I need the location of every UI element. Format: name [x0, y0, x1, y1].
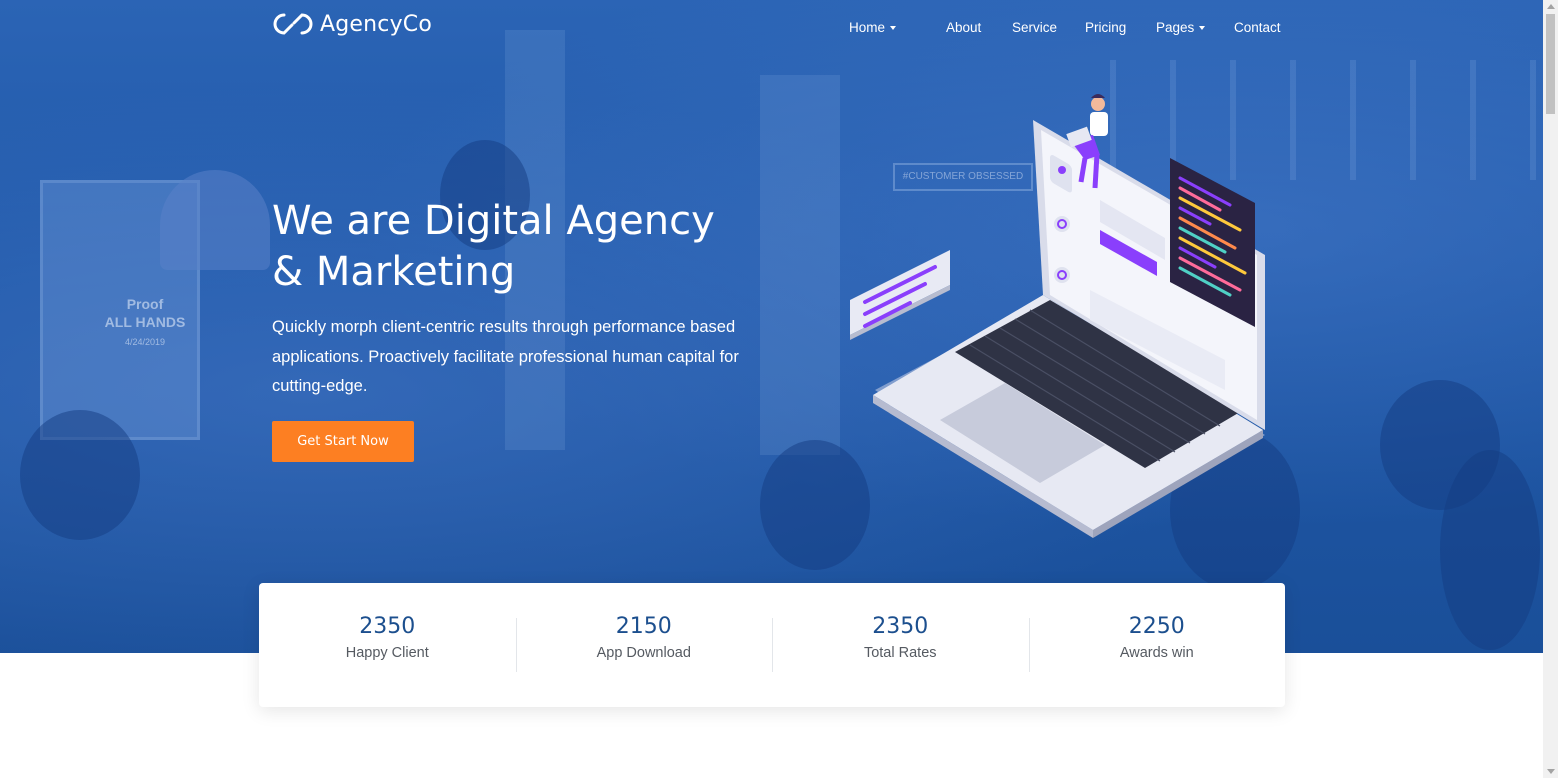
scrollbar-thumb[interactable]	[1546, 14, 1555, 114]
hero-headline: We are Digital Agency & Marketing	[272, 196, 792, 298]
stat-item: 2150 App Download	[515, 614, 773, 672]
background-screen-text: Proof ALL HANDS 4/24/2019	[100, 295, 190, 355]
stat-value: 2350	[872, 614, 929, 639]
nav-item-service[interactable]: Service	[1012, 18, 1085, 36]
headline-line-2: & Marketing	[272, 249, 516, 295]
brand-logo[interactable]: AgencyCo	[272, 11, 432, 37]
nav-label: Pages	[1156, 19, 1195, 35]
headline-line-1: We are Digital Agency	[272, 198, 715, 244]
chevron-down-icon	[890, 26, 897, 30]
nav-item-about[interactable]: About	[946, 18, 1012, 36]
hero-section: Proof ALL HANDS 4/24/2019 #CUSTOMER OBSE…	[0, 0, 1543, 653]
infinity-loop-icon	[272, 11, 314, 37]
nav-item-home[interactable]: Home	[849, 18, 946, 36]
stat-label: Awards win	[1119, 645, 1194, 661]
laptop-illustration	[850, 94, 1265, 538]
stats-card: 2350 Happy Client 2150 App Download 2350…	[259, 583, 1285, 707]
background-lamp	[160, 170, 270, 270]
main-nav: Home About Service Pricing Pages Contact	[849, 18, 1294, 36]
get-start-now-button[interactable]: Get Start Now	[272, 421, 414, 462]
background-person	[1440, 450, 1540, 650]
stat-label: Total Rates	[863, 645, 937, 661]
stat-label: Happy Client	[345, 645, 429, 661]
stat-label: App Download	[596, 645, 691, 661]
nav-label: Contact	[1234, 19, 1281, 35]
nav-item-pricing[interactable]: Pricing	[1085, 18, 1156, 36]
stat-item: 2250 Awards win	[1028, 614, 1286, 672]
scroll-up-arrow-icon[interactable]	[1547, 4, 1555, 9]
brand-name: AgencyCo	[320, 11, 433, 37]
nav-item-contact[interactable]: Contact	[1234, 18, 1294, 36]
nav-label: About	[946, 19, 982, 35]
stat-value: 2250	[1128, 614, 1185, 639]
background-proof-text: Proof	[126, 296, 164, 312]
stat-value: 2350	[359, 614, 416, 639]
chevron-down-icon	[1199, 26, 1206, 30]
nav-label: Service	[1012, 19, 1058, 35]
nav-label: Home	[849, 19, 886, 35]
nav-item-pages[interactable]: Pages	[1156, 18, 1234, 36]
stat-item: 2350 Total Rates	[772, 614, 1029, 672]
page-scrollbar[interactable]	[1543, 0, 1558, 778]
scroll-down-arrow-icon[interactable]	[1547, 769, 1555, 774]
nav-label: Pricing	[1085, 19, 1127, 35]
background-person	[20, 410, 140, 540]
stat-value: 2150	[615, 614, 672, 639]
background-date-text: 4/24/2019	[124, 337, 166, 347]
stat-item: 2350 Happy Client	[259, 614, 516, 672]
background-all-hands-text: ALL HANDS	[104, 314, 186, 330]
hero-subtitle: Quickly morph client-centric results thr…	[272, 318, 739, 395]
